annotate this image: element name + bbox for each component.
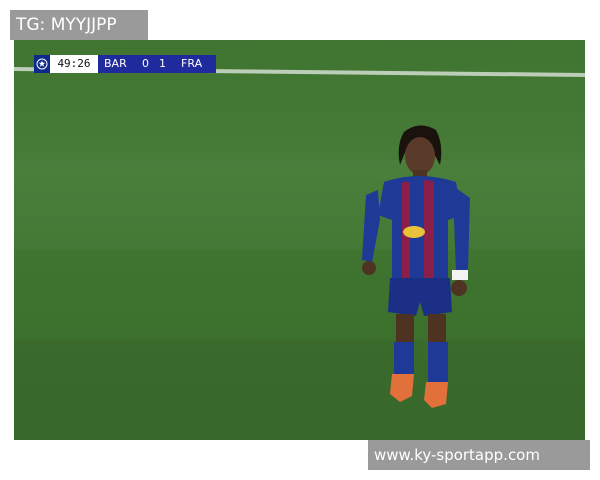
watermark-top: TG: MYYJJPP [10,10,148,40]
away-score: 1 [159,57,167,70]
match-photo [14,40,585,440]
away-team: FRA [181,57,203,70]
score-panel: BAR 0 1 FRA [98,55,216,73]
home-score: 0 [141,57,149,70]
champions-league-star-icon [34,55,50,73]
watermark-bottom: www.ky-sportapp.com [368,440,590,470]
scorebug: 49:26 BAR 0 1 FRA [34,55,216,73]
player-figure [362,125,470,408]
home-team: BAR [104,57,127,70]
match-clock: 49:26 [50,55,98,73]
